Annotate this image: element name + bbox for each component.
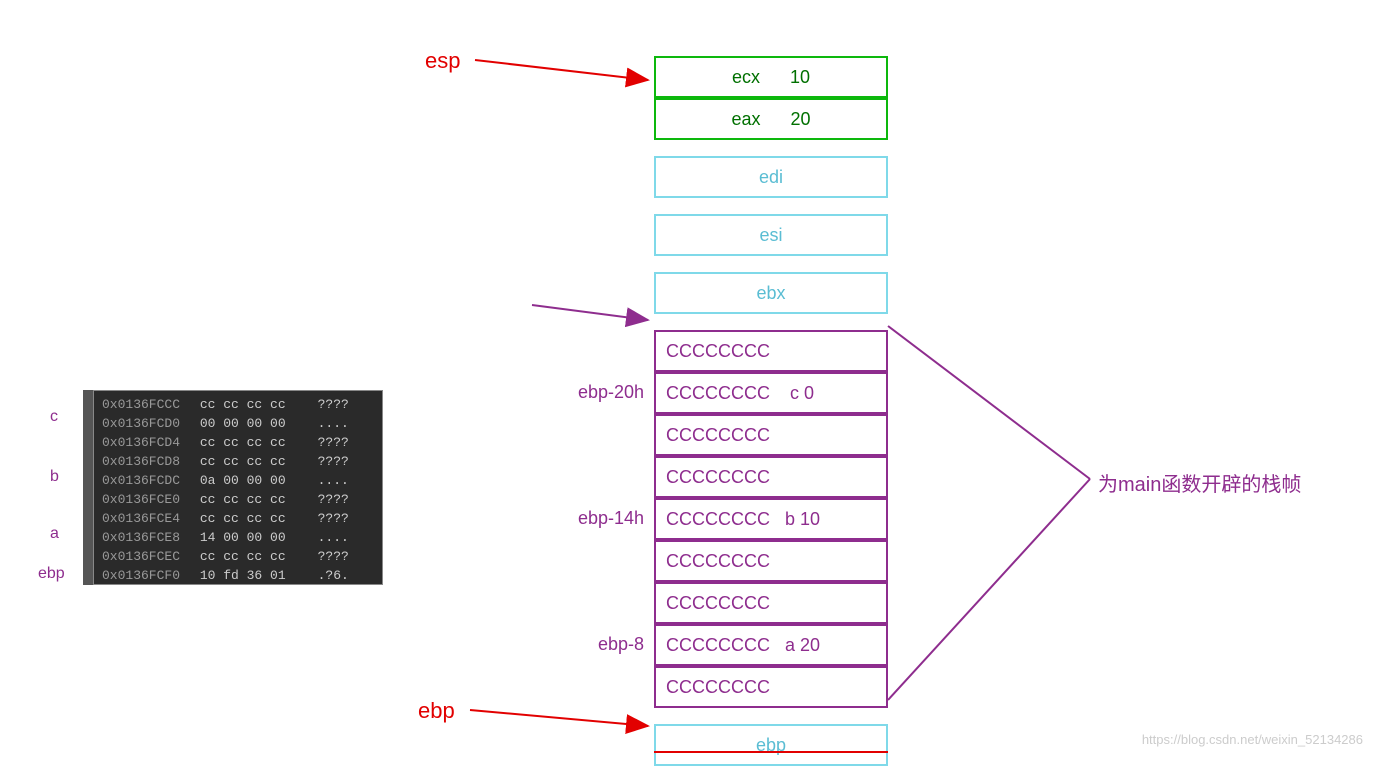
stack-cell-ebp-base: ebp	[654, 724, 888, 766]
stack-cell-fill: CCCCCCCC	[654, 666, 888, 708]
brace-annotation: 为main函数开辟的栈帧	[1098, 468, 1301, 497]
stack-cell-eax: eax20	[654, 98, 888, 140]
stack-cell-edi: edi	[654, 156, 888, 198]
memory-row: 0x0136FCE4 cc cc cc cc ????	[102, 509, 374, 528]
stack-cell-ebx: ebx	[654, 272, 888, 314]
memory-row: 0x0136FCD0 00 00 00 00 ....	[102, 414, 374, 433]
memory-row: 0x0136FCD4 cc cc cc cc ????	[102, 433, 374, 452]
stack-cell-c: CCCCCCCC c 0	[654, 372, 888, 414]
memory-hex-panel: 0x0136FCCC cc cc cc cc ???? 0x0136FCD0 0…	[93, 390, 383, 585]
memory-row: 0x0136FCE8 14 00 00 00 ....	[102, 528, 374, 547]
memory-label-c: c	[50, 408, 58, 426]
offset-label-b: ebp-14h	[578, 508, 644, 529]
stack-diagram: ecx10 eax20 edi esi ebx CCCCCCCC ebp-20h…	[654, 56, 888, 766]
memory-row: 0x0136FCEC cc cc cc cc ????	[102, 547, 374, 566]
stack-cell-fill: CCCCCCCC	[654, 582, 888, 624]
offset-label-a: ebp-8	[598, 634, 644, 655]
offset-label-c: ebp-20h	[578, 382, 644, 403]
stack-cell-a: CCCCCCCC a 20	[654, 624, 888, 666]
memory-panel-gutter	[83, 390, 93, 585]
memory-label-a: a	[50, 525, 59, 543]
memory-row: 0x0136FCCC cc cc cc cc ????	[102, 395, 374, 414]
memory-label-b: b	[50, 468, 59, 486]
stack-cell-b: CCCCCCCC b 10	[654, 498, 888, 540]
watermark: https://blog.csdn.net/weixin_52134286	[1142, 732, 1363, 747]
stack-cell-fill: CCCCCCCC	[654, 414, 888, 456]
ebp-pointer-label: ebp	[418, 698, 455, 724]
memory-row: 0x0136FCD8 cc cc cc cc ????	[102, 452, 374, 471]
memory-label-ebp: ebp	[38, 565, 65, 583]
stack-cell-esi: esi	[654, 214, 888, 256]
stack-cell-ecx: ecx10	[654, 56, 888, 98]
memory-row: 0x0136FCDC 0a 00 00 00 ....	[102, 471, 374, 490]
stack-cell-fill: CCCCCCCC	[654, 330, 888, 372]
stack-cell-fill: CCCCCCCC	[654, 540, 888, 582]
esp-pointer-label: esp	[425, 48, 460, 74]
stack-cell-fill: CCCCCCCC	[654, 456, 888, 498]
memory-row: 0x0136FCF0 10 fd 36 01 .?6.	[102, 566, 374, 585]
memory-row: 0x0136FCE0 cc cc cc cc ????	[102, 490, 374, 509]
